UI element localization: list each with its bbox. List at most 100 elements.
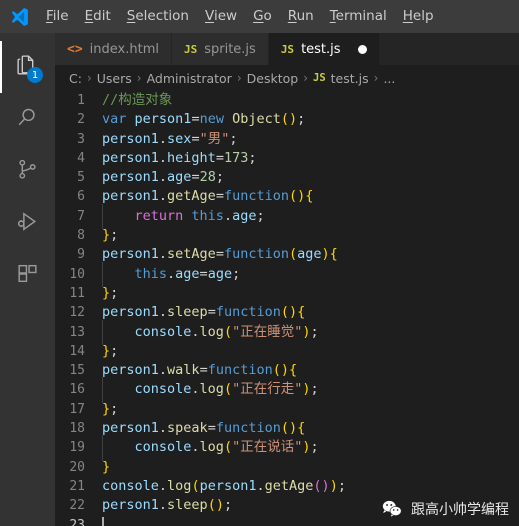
code-token: . xyxy=(158,169,168,186)
activity-item-explorer[interactable]: 1 xyxy=(0,41,55,93)
code-line[interactable]: 6 person1.getAge=function(){ xyxy=(55,187,519,206)
menu-item-accesskey: H xyxy=(402,8,413,24)
code-token: ; xyxy=(310,381,319,398)
code-token: ; xyxy=(310,323,319,340)
code-token: ( xyxy=(207,497,216,514)
breadcrumb-separator-icon: › xyxy=(303,71,308,85)
code-line[interactable]: 12 person1.sleep=function(){ xyxy=(55,303,519,322)
code-line[interactable]: 9 person1.setAge=function(age){ xyxy=(55,245,519,264)
extensions-icon xyxy=(15,261,40,290)
code-line[interactable]: 7 return this.age; xyxy=(55,203,519,230)
code-line[interactable]: 22 person1.sleep(); xyxy=(55,496,519,515)
line-number: 7 xyxy=(77,208,85,224)
code-token: { xyxy=(297,420,306,437)
code-token: 173 xyxy=(223,149,249,166)
breadcrumb-item[interactable]: C: xyxy=(69,71,82,86)
menu-item-help[interactable]: Help xyxy=(395,0,442,33)
breadcrumb-overflow[interactable]: ... xyxy=(383,71,395,86)
code-token: . xyxy=(158,362,168,379)
breadcrumb[interactable]: C: › Users › Administrator › Desktop › JS test.js… xyxy=(55,65,519,91)
workbench-body: 1 <> index.html JS sprite.js JS test.js … xyxy=(0,33,519,526)
menu-item-go[interactable]: Go xyxy=(245,0,280,33)
code-line-content: console.log("正在行走"); xyxy=(101,377,519,404)
activity-item-run-debug[interactable] xyxy=(0,197,55,249)
code-token: person1 xyxy=(102,130,159,147)
code-token: = xyxy=(207,420,216,437)
menu-item-file[interactable]: File xyxy=(38,0,77,33)
code-line[interactable]: 4 person1.height=173; xyxy=(55,149,519,168)
code-token: = xyxy=(215,188,224,205)
code-line[interactable]: 8}; xyxy=(55,226,519,245)
code-line-content: person1.height=173; xyxy=(101,149,519,168)
code-token: ( xyxy=(280,304,289,321)
code-token: } xyxy=(102,284,111,301)
code-token: log xyxy=(199,381,224,398)
code-token: person1 xyxy=(199,477,257,494)
code-line[interactable]: 19 console.log("正在说话"); xyxy=(55,435,519,461)
line-number: 21 xyxy=(69,478,85,494)
editor-tab-test-js[interactable]: JS test.js xyxy=(268,33,380,65)
code-token: = xyxy=(215,246,224,263)
breadcrumb-item[interactable]: Administrator xyxy=(147,71,232,86)
code-token: . xyxy=(158,477,168,494)
code-token: = xyxy=(191,169,200,186)
editor-tab-sprite-js[interactable]: JS sprite.js xyxy=(171,33,269,65)
code-line[interactable]: 11}; xyxy=(55,284,519,303)
menu-item-edit[interactable]: Edit xyxy=(77,0,119,33)
menu-item-view[interactable]: View xyxy=(197,0,245,33)
menu-item-terminal[interactable]: Terminal xyxy=(322,0,395,33)
js-icon: JS xyxy=(280,43,295,56)
code-line-content: console.log("正在睡觉"); xyxy=(101,319,519,346)
code-line[interactable]: 13 console.log("正在睡觉"); xyxy=(55,319,519,346)
breadcrumb-item[interactable]: Users xyxy=(97,71,132,86)
code-line-content: person1.setAge=function(age){ xyxy=(101,245,519,264)
code-line[interactable]: 2 var person1=new Object(); xyxy=(55,110,519,129)
code-token: ; xyxy=(229,130,238,147)
code-line[interactable]: 1 //构造对象 xyxy=(55,91,519,110)
code-line[interactable]: 10 this.age=age; xyxy=(55,261,519,288)
code-editor[interactable]: 1//构造对象 2 var person1=new Object(); 3 person… xyxy=(55,91,519,526)
code-line[interactable]: 3 person1.sex="男"; xyxy=(55,130,519,149)
code-token: { xyxy=(305,188,314,205)
code-line-content: }; xyxy=(101,342,519,361)
code-line[interactable]: 5 person1.age=28; xyxy=(55,168,519,187)
code-line[interactable]: 15 person1.walk=function(){ xyxy=(55,361,519,380)
code-token: . xyxy=(158,130,168,147)
activity-item-source-control[interactable] xyxy=(0,145,55,197)
code-line-content: }; xyxy=(101,226,519,245)
code-token: function xyxy=(223,246,289,263)
menu-item-accesskey: S xyxy=(126,8,136,24)
line-number: 15 xyxy=(69,363,85,379)
code-token: ) xyxy=(289,111,298,128)
code-line[interactable]: 17}; xyxy=(55,400,519,419)
editor-tab-index-html[interactable]: <> index.html xyxy=(55,33,172,65)
code-token: } xyxy=(102,458,111,475)
run-debug-icon xyxy=(15,209,40,238)
line-number: 22 xyxy=(69,498,85,514)
code-token: } xyxy=(102,227,111,244)
code-token: sex xyxy=(167,130,192,147)
code-token: } xyxy=(102,400,111,417)
code-token: person1 xyxy=(102,497,159,514)
activity-item-extensions[interactable] xyxy=(0,249,55,301)
breadcrumb-file[interactable]: test.js xyxy=(331,71,369,86)
code-line[interactable]: 14}; xyxy=(55,342,519,361)
code-line[interactable]: 21 console.log(person1.getAge()); xyxy=(55,477,519,496)
breadcrumb-item[interactable]: Desktop xyxy=(247,71,299,86)
code-token: = xyxy=(199,265,208,282)
code-token: . xyxy=(191,439,200,456)
code-token: ; xyxy=(232,265,241,282)
code-line[interactable]: 20} xyxy=(55,458,519,477)
menu-item-selection[interactable]: Selection xyxy=(119,0,197,33)
code-line[interactable]: 23 xyxy=(55,515,519,526)
code-token: ; xyxy=(337,477,346,494)
code-line[interactable]: 16 console.log("正在行走"); xyxy=(55,377,519,404)
unsaved-indicator-icon[interactable] xyxy=(357,45,367,54)
code-line[interactable]: 18 person1.speak=function(){ xyxy=(55,419,519,438)
line-number: 4 xyxy=(77,150,85,166)
js-icon: JS xyxy=(313,72,326,84)
activity-item-search[interactable] xyxy=(0,93,55,145)
line-number: 11 xyxy=(69,285,85,301)
code-token: ) xyxy=(321,477,330,494)
menu-item-run[interactable]: Run xyxy=(280,0,322,33)
